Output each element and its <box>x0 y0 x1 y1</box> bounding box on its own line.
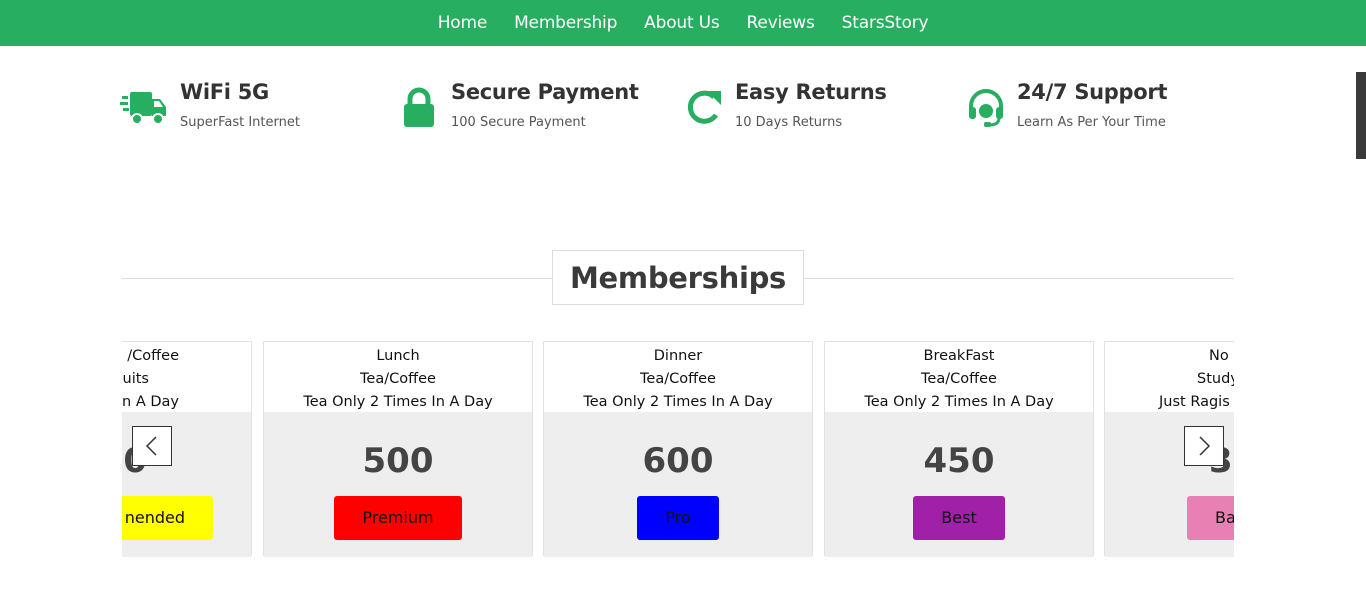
feature-title: WiFi 5G <box>180 80 269 104</box>
truck-icon <box>120 84 168 132</box>
nav-starsstory[interactable]: StarsStory <box>842 13 929 33</box>
feature-title: Secure Payment <box>451 80 639 104</box>
card-line: Lunch <box>376 348 420 364</box>
card-line: BreakFast <box>923 348 995 364</box>
premium-button[interactable]: Premium <box>334 496 462 540</box>
nav-reviews[interactable]: Reviews <box>747 13 815 33</box>
feature-title: Easy Returns <box>735 80 887 104</box>
card-line: Just Ragis <box>1159 394 1230 410</box>
headset-icon <box>962 84 1010 132</box>
best-button[interactable]: Best <box>913 496 1005 540</box>
card-price: 600 <box>642 441 714 481</box>
card-line: Tea Only 2 Times In A Day <box>583 394 773 410</box>
lock-icon <box>395 84 443 132</box>
scrollbar-thumb[interactable] <box>1356 72 1366 159</box>
card-line: Tea/Coffee <box>921 371 997 387</box>
card-line: Dinner <box>653 348 703 364</box>
pro-button[interactable]: Pro <box>637 496 719 540</box>
carousel-next-button[interactable] <box>1184 426 1224 466</box>
card-line: uits <box>122 371 149 387</box>
card-line: Tea/Coffee <box>640 371 716 387</box>
card-line: Study <box>1197 371 1234 387</box>
redo-icon <box>680 84 728 132</box>
feature-support: 24/7 Support Learn As Per Your Time <box>962 78 1167 132</box>
card-price: 500 <box>362 441 434 481</box>
card-line: No I <box>1209 348 1234 364</box>
feature-title: 24/7 Support <box>1017 80 1168 104</box>
chevron-right-icon <box>1199 436 1211 456</box>
recommended-button[interactable]: nended <box>122 496 213 540</box>
feature-wifi: WiFi 5G SuperFast Internet <box>120 78 300 132</box>
feature-subtitle: SuperFast Internet <box>180 115 300 130</box>
nav-home[interactable]: Home <box>438 13 488 33</box>
feature-subtitle: 10 Days Returns <box>735 115 843 130</box>
membership-carousel: /Coffee uits n A Day 00 nended Lunch Tea… <box>122 341 1234 557</box>
card-line: /Coffee <box>127 348 179 364</box>
card-line: n A Day <box>122 394 179 410</box>
feature-easy-returns: Easy Returns 10 Days Returns <box>680 78 887 132</box>
section-title: Memberships <box>552 250 804 305</box>
card-line: Tea/Coffee <box>360 371 436 387</box>
card-line: Tea Only 2 Times In A Day <box>303 394 493 410</box>
nav-about-us[interactable]: About Us <box>644 13 720 33</box>
basic-button[interactable]: Ba <box>1187 496 1234 540</box>
feature-subtitle: 100 Secure Payment <box>451 115 586 130</box>
membership-card: Lunch Tea/Coffee Tea Only 2 Times In A D… <box>263 341 533 557</box>
chevron-left-icon <box>145 436 157 456</box>
membership-card: Dinner Tea/Coffee Tea Only 2 Times In A … <box>543 341 813 557</box>
card-line: Tea Only 2 Times In A Day <box>864 394 1054 410</box>
nav-membership[interactable]: Membership <box>514 13 617 33</box>
feature-secure-payment: Secure Payment 100 Secure Payment <box>395 78 639 132</box>
card-price: 450 <box>923 441 995 481</box>
membership-card: BreakFast Tea/Coffee Tea Only 2 Times In… <box>824 341 1094 557</box>
carousel-prev-button[interactable] <box>132 426 172 466</box>
feature-subtitle: Learn As Per Your Time <box>1017 115 1166 130</box>
top-nav: Home Membership About Us Reviews StarsSt… <box>0 0 1366 46</box>
